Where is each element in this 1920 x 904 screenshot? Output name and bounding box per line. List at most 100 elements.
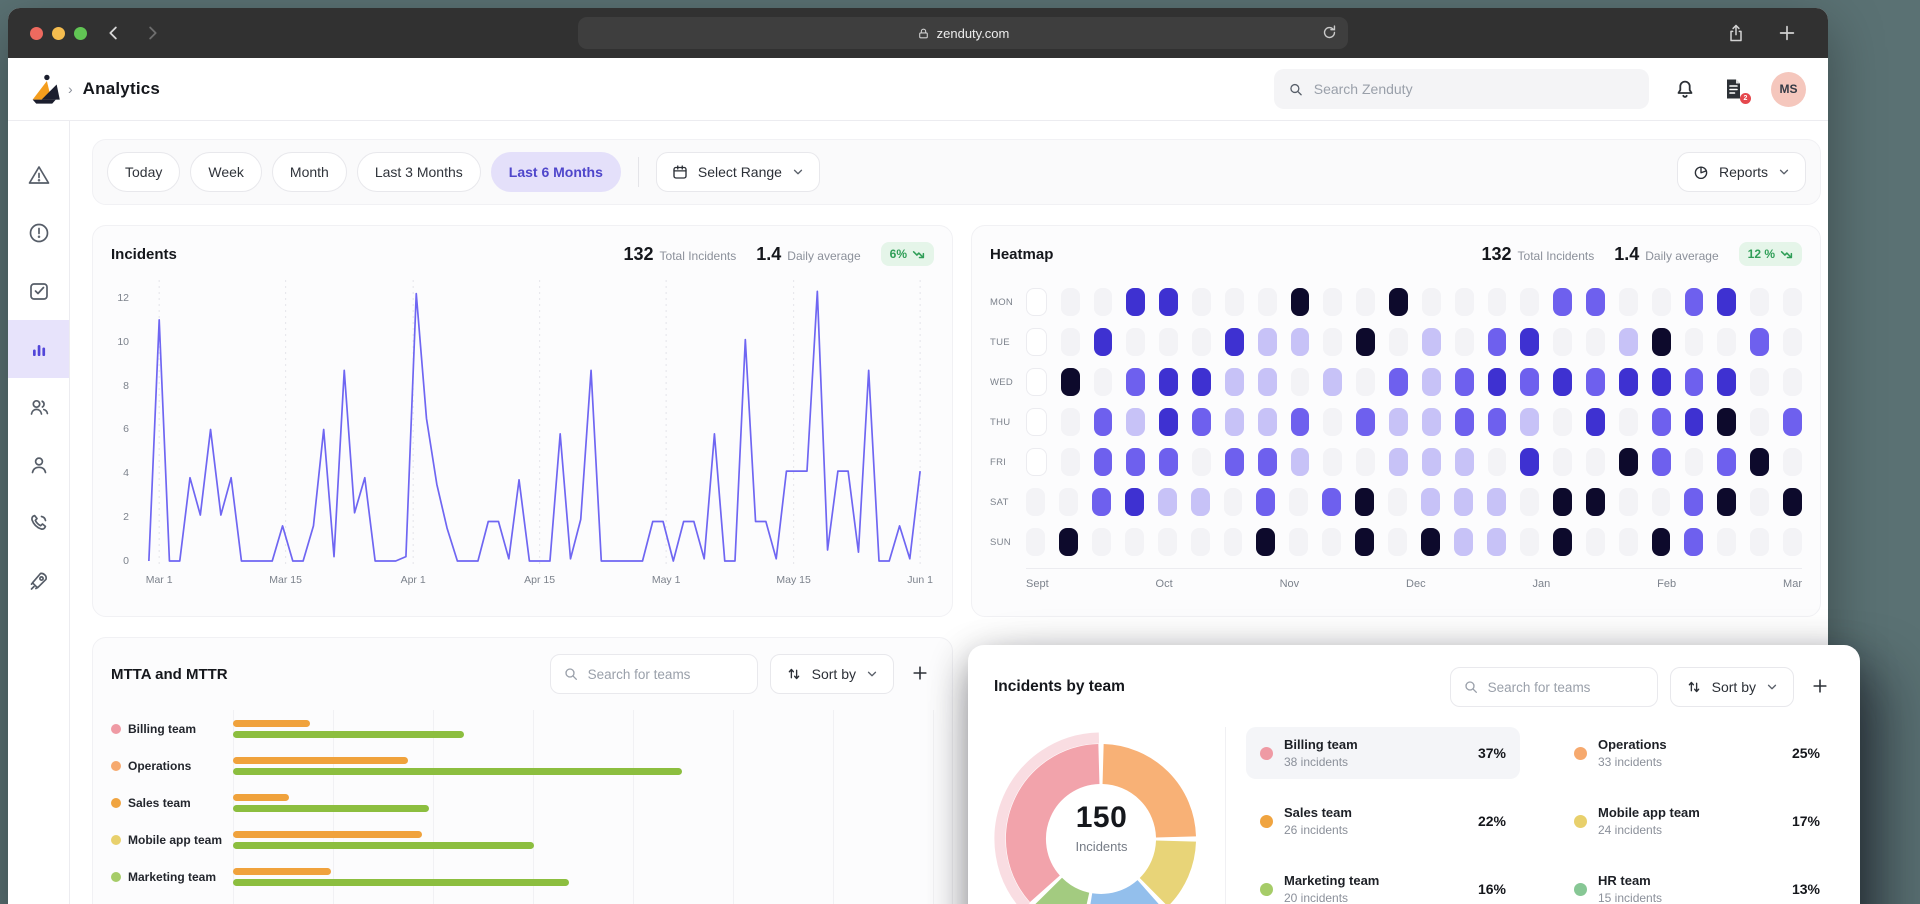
incidents-x-labels: Mar 1 Mar 15 Apr 1 Apr 15 May 1 May 15 Jun 1 (141, 574, 933, 590)
heatmap-cell (1487, 368, 1507, 396)
back-icon[interactable] (103, 22, 125, 44)
heatmap-month-label: Nov (1279, 578, 1300, 590)
heatmap-cell (1192, 408, 1211, 436)
plus-icon (913, 665, 927, 680)
address-bar[interactable]: zenduty.com (578, 17, 1348, 49)
close-window-button[interactable] (30, 26, 43, 40)
sidebar-item-tasks[interactable] (8, 262, 69, 320)
daily-average-value: 1.4 (756, 243, 782, 264)
heatmap-cell (1553, 448, 1573, 476)
team-legend-item[interactable]: Mobile app team 24 incidents 17% (1560, 795, 1834, 847)
total-incidents-value: 132 (1481, 243, 1512, 264)
team-percent: 25% (1791, 745, 1820, 761)
sort-by-button[interactable]: Sort by (769, 654, 894, 694)
sidebar-item-analytics[interactable] (8, 320, 69, 378)
sort-by-button[interactable]: Sort by (1669, 667, 1794, 707)
heatmap-cell (1519, 488, 1539, 516)
sort-icon (1688, 681, 1699, 693)
teams-search[interactable] (549, 654, 758, 694)
zoom-window-button[interactable] (74, 26, 87, 40)
heatmap-cell (1586, 368, 1605, 396)
team-name: Billing team (128, 721, 197, 736)
filter-pill[interactable]: Month (271, 152, 347, 192)
filter-pill[interactable]: Today (107, 152, 181, 192)
heatmap-cell (1750, 288, 1770, 316)
sidebar-item-profile[interactable] (8, 436, 69, 494)
team-legend-item[interactable]: Billing team 38 incidents 37% (1246, 727, 1520, 779)
mttr-bar (233, 878, 570, 886)
heatmap-day-label: THU (990, 416, 1011, 428)
team-legend-item[interactable]: Operations 33 incidents 25% (1560, 727, 1834, 779)
sidebar-item-call-routing[interactable] (8, 494, 69, 552)
x-tick-label: Apr 1 (400, 574, 426, 586)
new-tab-icon[interactable] (1776, 22, 1798, 44)
teams-search-input[interactable] (1487, 679, 1645, 695)
sidebar-item-teams[interactable] (8, 378, 69, 436)
heatmap-cell (1717, 368, 1737, 396)
teams-search[interactable] (1449, 667, 1658, 707)
team-percent: 37% (1477, 745, 1506, 761)
avatar[interactable]: MS (1771, 71, 1806, 107)
refresh-icon[interactable] (1321, 24, 1338, 41)
team-percent: 13% (1791, 881, 1820, 897)
global-search-input[interactable] (1313, 81, 1635, 97)
trend-badge: 12 % (1738, 242, 1802, 266)
sort-icon (788, 668, 799, 680)
team-legend: Billing team 38 incidents 37% Operations 33 … (1225, 727, 1834, 904)
daily-average-label: Daily average (787, 248, 861, 263)
mtta-bar (233, 756, 409, 764)
heatmap-cell (1684, 488, 1704, 516)
reports-button[interactable]: Reports (1676, 152, 1806, 192)
team-percent: 22% (1477, 813, 1506, 829)
heatmap-cell (1192, 288, 1211, 316)
x-tick-label: Mar 15 (269, 574, 302, 586)
filter-pill[interactable]: Last 3 Months (356, 152, 481, 192)
heatmap-grid: MON TUE WED THU FRI SAT SUN (990, 288, 1803, 556)
heatmap-cell (1026, 328, 1047, 356)
heatmap-cell (1323, 408, 1343, 436)
heatmap-cell (1454, 288, 1474, 316)
heatmap-cell (1486, 488, 1506, 516)
app-header: › Analytics 2 MS (8, 58, 1828, 121)
select-range-button[interactable]: Select Range (655, 152, 820, 192)
minimize-window-button[interactable] (52, 26, 65, 40)
heatmap-cell (1586, 408, 1605, 436)
activity-log-icon[interactable]: 2 (1721, 77, 1751, 104)
heatmap-cell (1717, 488, 1737, 516)
filter-pill[interactable]: Week (190, 152, 262, 192)
heatmap-cell (1323, 328, 1343, 356)
team-legend-item[interactable]: HR team 15 incidents 13% (1560, 863, 1834, 904)
mttr-bar (233, 841, 535, 849)
heatmap-cell (1091, 528, 1111, 556)
filter-pill[interactable]: Last 6 Months (490, 152, 621, 192)
notifications-bell-icon[interactable] (1673, 77, 1697, 101)
sidebar-item-incidents[interactable] (8, 204, 69, 262)
global-search[interactable] (1274, 69, 1649, 109)
team-color-dot (111, 723, 121, 734)
zenduty-logo[interactable] (30, 73, 62, 105)
add-button[interactable] (906, 663, 934, 686)
heatmap-cell (1783, 448, 1802, 476)
team-legend-item[interactable]: Marketing team 20 incidents 16% (1246, 863, 1520, 904)
trend-down-icon (912, 250, 925, 258)
heatmap-cell (1058, 488, 1078, 516)
incidents-donut-chart: 150 Incidents (994, 727, 1209, 904)
heatmap-cell (1190, 528, 1210, 556)
add-button[interactable] (1806, 676, 1834, 699)
heatmap-cell (1717, 328, 1737, 356)
heatmap-cell (1389, 368, 1408, 396)
team-name: Mobile app team (1598, 805, 1700, 820)
sidebar-item-integrations[interactable] (8, 552, 69, 610)
team-incident-count: 15 incidents (1598, 891, 1663, 904)
heatmap-cell (1486, 528, 1506, 556)
heatmap-day-label: SUN (990, 536, 1011, 548)
bar-chart-icon (32, 345, 45, 356)
team-legend-item[interactable]: Sales team 26 incidents 22% (1246, 795, 1520, 847)
team-name: Operations (1598, 737, 1667, 752)
alert-triangle-icon (28, 166, 49, 184)
teams-search-input[interactable] (587, 666, 745, 682)
sidebar-item-alerts[interactable] (8, 146, 69, 204)
heatmap-cell (1091, 488, 1111, 516)
share-icon[interactable] (1726, 23, 1746, 43)
forward-icon[interactable] (141, 22, 163, 44)
